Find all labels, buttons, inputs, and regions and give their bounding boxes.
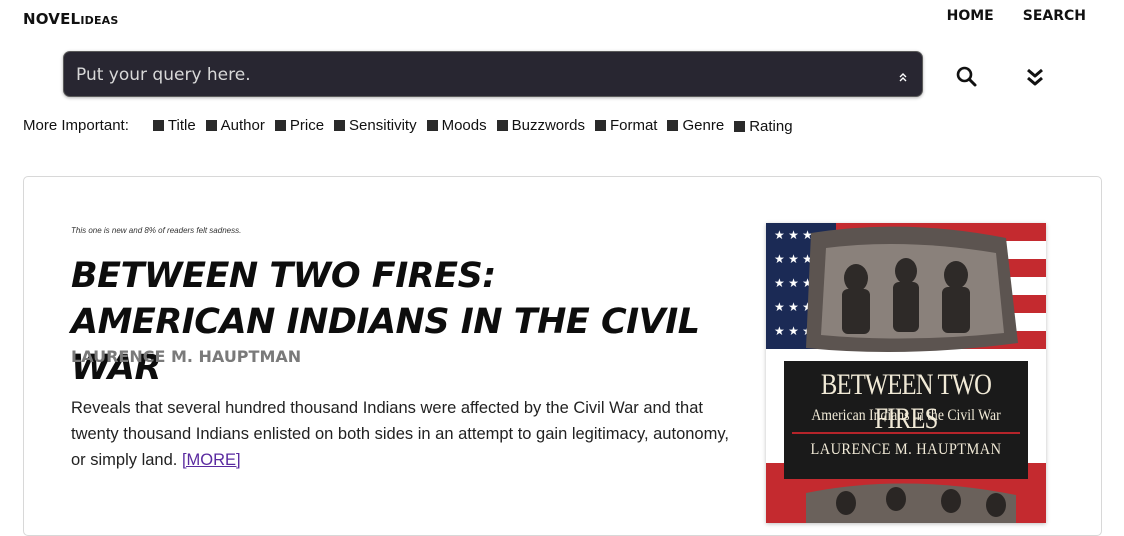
checkbox[interactable] xyxy=(426,120,438,131)
search-input[interactable] xyxy=(74,52,878,98)
filter-label: Buzzwords xyxy=(511,117,585,134)
cover-title: BETWEEN TWO FIRES xyxy=(820,368,992,435)
search-bar xyxy=(63,51,923,98)
filter-rating[interactable]: Rating xyxy=(734,118,793,135)
svg-text:★ ★ ★: ★ ★ ★ xyxy=(774,228,813,242)
book-title: BETWEEN TWO FIRES: AMERICAN INDIANS IN T… xyxy=(71,256,700,388)
filter-label: Sensitivity xyxy=(349,117,417,134)
double-chevron-down-icon[interactable] xyxy=(1026,67,1044,87)
filters-label: More Important: xyxy=(23,117,129,134)
filter-format[interactable]: Format xyxy=(594,117,658,134)
filter-price[interactable]: Price xyxy=(274,117,325,134)
book-author: LAURENCE M. HAUPTMAN xyxy=(71,347,302,366)
checkbox[interactable] xyxy=(667,120,679,131)
top-nav: HOME SEARCH xyxy=(947,8,1086,24)
filter-label: Format xyxy=(609,117,658,134)
svg-text:★ ★ ★: ★ ★ ★ xyxy=(774,276,813,290)
importance-filters: More Important: Title Author Price Sensi… xyxy=(23,117,803,135)
nav-search-link[interactable]: SEARCH xyxy=(1023,8,1086,24)
filter-label: Moods xyxy=(441,117,487,134)
filter-buzzwords[interactable]: Buzzwords xyxy=(496,117,585,134)
description-text: Reveals that several hundred thousand In… xyxy=(71,399,729,469)
search-icon[interactable] xyxy=(955,65,979,89)
filter-title[interactable]: Title xyxy=(152,117,196,134)
book-result-card: This one is new and 8% of readers felt s… xyxy=(23,176,1102,536)
more-link[interactable]: [MORE] xyxy=(182,451,241,469)
book-meta-note: This one is new and 8% of readers felt s… xyxy=(71,226,242,235)
filter-label: Price xyxy=(289,117,325,134)
checkbox[interactable] xyxy=(152,120,164,131)
brand-logo[interactable]: NOVELIDEAS xyxy=(23,9,119,28)
checkbox[interactable] xyxy=(205,120,217,131)
filter-label: Rating xyxy=(749,118,793,135)
checkbox[interactable] xyxy=(734,121,746,132)
book-description: Reveals that several hundred thousand In… xyxy=(71,395,731,473)
filter-label: Genre xyxy=(682,117,725,134)
brand-suffix: IDEAS xyxy=(80,14,119,27)
filter-sensitivity[interactable]: Sensitivity xyxy=(334,117,417,134)
cover-subtitle: American Indians in the Civil War xyxy=(811,407,1001,424)
checkbox[interactable] xyxy=(334,120,346,131)
nav-home-link[interactable]: HOME xyxy=(947,8,994,24)
checkbox[interactable] xyxy=(496,120,508,131)
filter-label: Title xyxy=(167,117,196,134)
filter-genre[interactable]: Genre xyxy=(667,117,724,134)
brand-name: NOVEL xyxy=(23,10,81,28)
filter-author[interactable]: Author xyxy=(205,117,265,134)
svg-text:★ ★ ★: ★ ★ ★ xyxy=(774,300,813,314)
cover-author: LAURENCE M. HAUPTMAN xyxy=(810,441,1002,458)
book-cover-image: ★ ★ ★ ★ ★ ★ ★ ★ ★ ★ ★ ★ ★ ★ ★ BETWEEN TW… xyxy=(766,223,1046,523)
svg-text:★ ★ ★: ★ ★ ★ xyxy=(774,252,813,266)
double-chevron-up-icon[interactable] xyxy=(899,69,907,87)
checkbox[interactable] xyxy=(274,120,286,131)
checkbox[interactable] xyxy=(594,120,606,131)
filter-label: Author xyxy=(220,117,265,134)
filter-moods[interactable]: Moods xyxy=(426,117,487,134)
